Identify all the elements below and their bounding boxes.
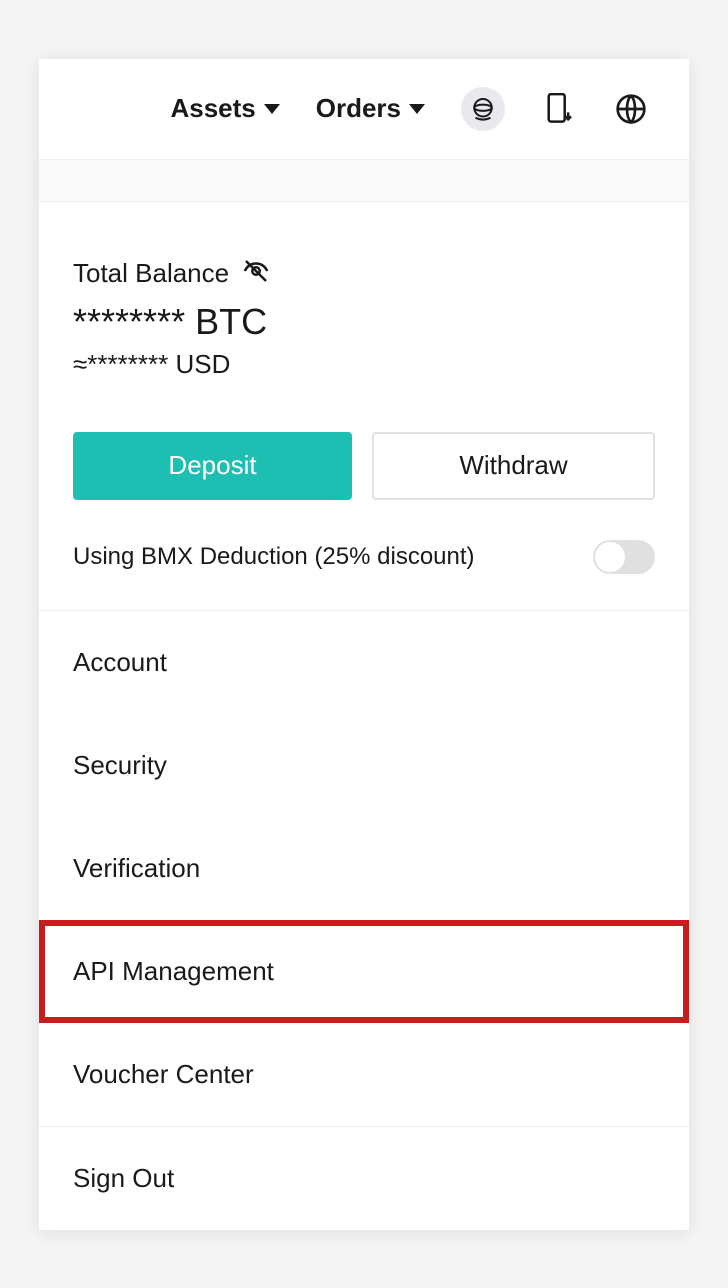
- menu-item-voucher-center[interactable]: Voucher Center: [39, 1023, 689, 1126]
- menu-item-api-management[interactable]: API Management: [39, 920, 689, 1023]
- menu-label: Verification: [73, 853, 200, 883]
- balance-primary-unit: BTC: [195, 301, 267, 342]
- caret-down-icon: [409, 104, 425, 114]
- menu-item-security[interactable]: Security: [39, 714, 689, 817]
- balance-secondary-unit: USD: [175, 349, 230, 379]
- account-dropdown-panel: Assets Orders: [39, 59, 689, 1230]
- balance-secondary-value: ********: [87, 349, 168, 379]
- avatar-icon: [468, 94, 498, 124]
- bmx-deduction-label: Using BMX Deduction (25% discount): [73, 543, 475, 571]
- account-menu: Account Security Verification API Manage…: [39, 611, 689, 1230]
- total-balance-label: Total Balance: [73, 258, 229, 289]
- bmx-deduction-toggle[interactable]: [593, 540, 655, 574]
- globe-icon: [615, 93, 647, 125]
- balance-section: Total Balance ******** BTC ≈******** USD: [39, 202, 689, 402]
- menu-label: Sign Out: [73, 1163, 174, 1193]
- menu-label: API Management: [73, 956, 274, 986]
- orders-dropdown[interactable]: Orders: [316, 93, 425, 124]
- action-buttons: Deposit Withdraw: [39, 402, 689, 520]
- assets-dropdown[interactable]: Assets: [170, 93, 279, 124]
- orders-label: Orders: [316, 93, 401, 124]
- withdraw-button[interactable]: Withdraw: [372, 432, 655, 500]
- toggle-knob: [595, 542, 625, 572]
- assets-label: Assets: [170, 93, 255, 124]
- language-button[interactable]: [613, 91, 649, 127]
- mobile-download-button[interactable]: [541, 91, 577, 127]
- menu-item-verification[interactable]: Verification: [39, 817, 689, 920]
- balance-primary-value: ********: [73, 301, 185, 342]
- top-navigation: Assets Orders: [39, 59, 689, 160]
- visibility-toggle[interactable]: [241, 256, 271, 291]
- approx-symbol: ≈: [73, 349, 87, 379]
- deposit-button[interactable]: Deposit: [73, 432, 352, 500]
- spacer-strip: [39, 160, 689, 202]
- caret-down-icon: [264, 104, 280, 114]
- menu-item-account[interactable]: Account: [39, 611, 689, 714]
- balance-primary: ******** BTC: [73, 301, 655, 343]
- deposit-label: Deposit: [168, 450, 256, 481]
- bmx-deduction-row: Using BMX Deduction (25% discount): [39, 520, 689, 611]
- menu-label: Security: [73, 750, 167, 780]
- withdraw-label: Withdraw: [459, 450, 567, 481]
- profile-avatar[interactable]: [461, 87, 505, 131]
- mobile-download-icon: [545, 93, 573, 125]
- balance-secondary: ≈******** USD: [73, 349, 655, 380]
- eye-off-icon: [241, 256, 271, 286]
- menu-label: Voucher Center: [73, 1059, 254, 1089]
- menu-item-sign-out[interactable]: Sign Out: [39, 1127, 689, 1230]
- menu-label: Account: [73, 647, 167, 677]
